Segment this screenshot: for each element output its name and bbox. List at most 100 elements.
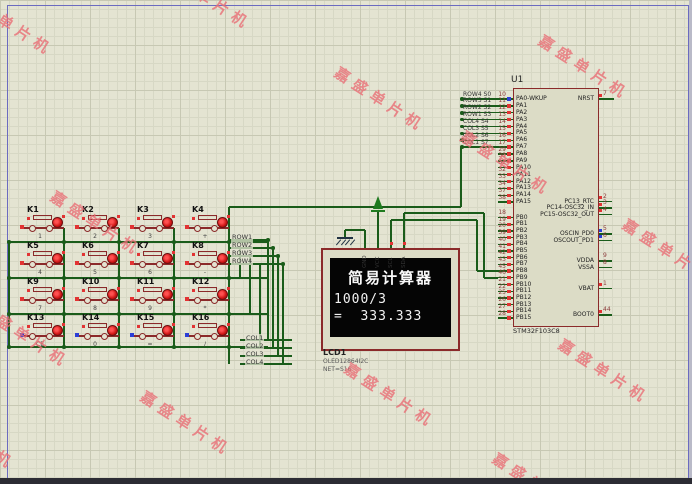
key-sub-label: CE <box>36 340 44 348</box>
lcd-pin-label-gnd: GND <box>362 255 368 268</box>
pin-name-PB2: PB2 <box>516 226 528 234</box>
button-actuator-icon[interactable] <box>88 323 107 328</box>
junction-dot <box>281 262 285 266</box>
pin-number: 1 <box>603 279 607 287</box>
net-label-row3: ROW3 <box>231 249 254 257</box>
led-indicator-icon <box>162 217 173 228</box>
pin-marker <box>507 172 511 177</box>
button-actuator-icon[interactable] <box>198 323 217 328</box>
pin-marker <box>227 287 230 290</box>
pin-marker <box>507 296 511 300</box>
button-actuator-icon[interactable] <box>33 251 52 256</box>
key-sub-label: 6 <box>148 268 152 276</box>
key-sub-label: / <box>203 340 207 348</box>
key-state-marker <box>130 261 135 266</box>
button-actuator-icon[interactable] <box>88 251 107 256</box>
key-K10: K10 8 <box>75 277 125 312</box>
key-sub-label: 2 <box>93 232 97 240</box>
key-state-marker <box>20 261 25 266</box>
button-terminal <box>46 261 53 268</box>
key-sub-label: 7 <box>38 304 42 312</box>
led-indicator-icon <box>52 253 63 264</box>
wire <box>483 213 485 278</box>
button-actuator-icon[interactable] <box>88 287 107 292</box>
pin-marker <box>82 289 85 292</box>
button-actuator-icon[interactable] <box>143 251 162 256</box>
pin-marker <box>27 217 30 220</box>
button-terminal <box>211 225 218 232</box>
pin-marker <box>507 166 511 170</box>
led-indicator-icon <box>162 253 173 264</box>
button-actuator-icon[interactable] <box>198 215 217 220</box>
pin-marker <box>507 282 511 287</box>
wire <box>597 98 614 100</box>
pin-number: 40 <box>498 235 506 243</box>
watermark-text: 嘉盛单片机 <box>157 0 257 35</box>
junction-dot <box>460 145 464 149</box>
lcd-ref-label: LCD1 <box>323 348 347 357</box>
button-actuator-icon[interactable] <box>143 287 162 292</box>
button-actuator-icon[interactable] <box>198 287 217 292</box>
wire <box>282 264 284 364</box>
key-sub-label: 9 <box>148 304 152 312</box>
pin-marker <box>507 309 511 313</box>
pin-marker <box>598 196 602 200</box>
wire <box>404 212 484 214</box>
pin-marker <box>62 287 65 290</box>
pin-name-VSSA: VSSA <box>578 263 594 271</box>
button-terminal <box>139 261 146 268</box>
key-ref-label: K15 <box>137 313 155 322</box>
pin-marker <box>172 287 175 290</box>
button-actuator-icon[interactable] <box>33 323 52 328</box>
pin-marker <box>137 217 140 220</box>
pin-marker <box>598 93 602 97</box>
button-terminal <box>29 225 36 232</box>
window-bottom-edge <box>0 478 692 484</box>
key-sub-label: + <box>202 232 208 240</box>
button-terminal <box>84 333 91 340</box>
wire <box>277 256 279 356</box>
key-state-marker <box>185 261 190 266</box>
pin-marker <box>402 242 406 246</box>
button-terminal <box>211 297 218 304</box>
pin-marker <box>82 217 85 220</box>
wire <box>597 266 612 269</box>
key-sub-label: 8 <box>93 304 97 312</box>
button-actuator-icon[interactable] <box>33 287 52 292</box>
button-terminal <box>84 261 91 268</box>
net-label-col1: COL1 <box>245 333 265 342</box>
key-ref-label: K5 <box>27 241 39 250</box>
pin-marker <box>507 145 511 149</box>
button-actuator-icon[interactable] <box>88 215 107 220</box>
wire <box>267 240 269 340</box>
pin-marker <box>192 289 195 292</box>
key-ref-label: K6 <box>82 241 94 250</box>
key-K5: K5 4 <box>20 241 70 276</box>
button-terminal <box>139 225 146 232</box>
led-indicator-icon <box>107 325 118 336</box>
pin-name-PB15: PB15 <box>516 314 532 321</box>
pin-number: 7 <box>603 90 607 97</box>
key-K1: K1 1 <box>20 205 70 240</box>
chip-ref-label: U1 <box>511 75 524 85</box>
pin-marker <box>227 323 230 326</box>
button-actuator-icon[interactable] <box>143 323 162 328</box>
pin-name-PA9: PA9 <box>516 156 528 164</box>
led-indicator-icon <box>107 289 118 300</box>
button-actuator-icon[interactable] <box>143 215 162 220</box>
key-K4: K4 + <box>185 205 235 240</box>
key-ref-label: K10 <box>82 277 100 286</box>
button-actuator-icon[interactable] <box>198 251 217 256</box>
junction-dot <box>7 345 11 349</box>
pin-number: 37 <box>498 186 506 194</box>
pin-marker <box>507 316 511 320</box>
button-terminal <box>211 261 218 268</box>
net-label-col4: COL4 <box>245 357 265 366</box>
wire <box>460 147 462 207</box>
pin-marker <box>507 276 511 280</box>
button-actuator-icon[interactable] <box>33 215 52 220</box>
pin-marker <box>192 325 195 328</box>
pin-marker <box>117 215 120 218</box>
pin-marker <box>507 215 511 220</box>
key-state-marker <box>185 297 190 302</box>
